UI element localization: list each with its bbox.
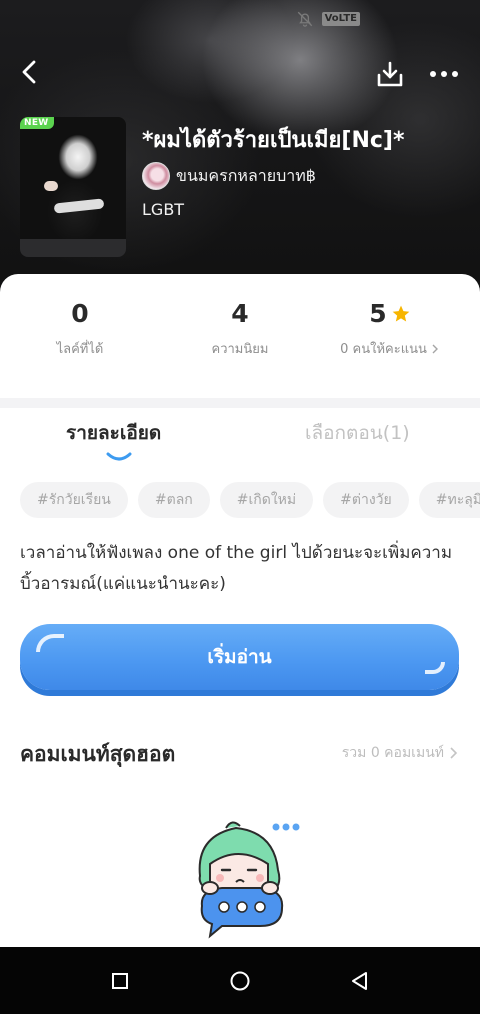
status-icons: VoLTE xyxy=(296,10,360,28)
more-dots-icon xyxy=(430,71,458,77)
download-icon xyxy=(377,61,403,87)
stat-likes: 0 ไลค์ที่ได้ xyxy=(0,296,160,359)
comments-total-label: รวม 0 คอมเมนท์ xyxy=(341,745,444,761)
author-name: ขนมครกหลายบาท฿ xyxy=(176,165,316,185)
button-gloss xyxy=(36,634,64,652)
new-badge: NEW xyxy=(20,117,54,129)
book-header: VoLTE NEW *ผมได้ตัวร้ายเป็นเมีย[Nc]* ขนม… xyxy=(0,0,480,300)
cover-art-detail xyxy=(53,198,105,214)
chevron-right-icon xyxy=(450,747,458,759)
book-title: *ผมได้ตัวร้ายเป็นเมีย[Nc]* xyxy=(142,128,405,153)
rating-value-row: 5 xyxy=(310,296,470,332)
comments-heading: คอมเมนท์สุดฮอต xyxy=(20,742,176,766)
cover-art-detail xyxy=(44,181,58,191)
mute-bell-icon xyxy=(297,11,312,27)
author-link[interactable]: ขนมครกหลายบาท฿ xyxy=(142,162,316,190)
empty-comments-mascot-icon xyxy=(198,821,300,939)
tab-chapters[interactable]: เลือกตอน(1) xyxy=(305,418,410,448)
tag-chip[interactable]: #เกิดใหม่ xyxy=(219,482,314,518)
book-cover[interactable]: NEW xyxy=(20,117,126,257)
download-button[interactable] xyxy=(374,58,406,90)
tag-chip[interactable]: #รักวัยเรียน xyxy=(20,482,128,518)
volte-indicator: VoLTE xyxy=(321,12,360,26)
start-reading-button[interactable]: เริ่มอ่าน xyxy=(20,624,459,690)
tab-indicator xyxy=(106,452,132,461)
stat-popularity: 4 ความนิยม xyxy=(160,296,320,359)
detail-sheet: 0 ไลค์ที่ได้ 4 ความนิยม 5 0 คนให้คะแนน ร xyxy=(0,274,480,974)
book-description: เวลาอ่านให้ฟังเพลง one of the girl ไปด้ว… xyxy=(20,543,453,594)
cover-art-detail xyxy=(20,239,126,257)
stat-likes-label: ไลค์ที่ได้ xyxy=(56,342,104,357)
tag-chip[interactable]: #ต่างวัย xyxy=(323,482,409,518)
start-reading-label: เริ่มอ่าน xyxy=(207,646,272,668)
section-divider xyxy=(0,398,480,408)
back-arrow-icon xyxy=(22,60,36,84)
star-icon xyxy=(392,305,410,322)
genre-label[interactable]: LGBT xyxy=(142,200,184,219)
stat-popularity-value: 4 xyxy=(231,299,249,328)
triangle-back-icon xyxy=(352,972,367,990)
back-button[interactable] xyxy=(16,58,44,86)
stat-rating[interactable]: 5 0 คนให้คะแนน xyxy=(310,296,470,359)
tab-bar: รายละเอียด เลือกตอน(1) xyxy=(0,418,480,458)
stat-popularity-label: ความนิยม xyxy=(211,342,269,357)
tag-list: #รักวัยเรียน #ตลก #เกิดใหม่ #ต่างวัย #ทะลุมิ… xyxy=(20,482,480,522)
tag-chip[interactable]: #ตลก xyxy=(137,482,210,518)
stat-rating-value: 5 xyxy=(369,299,387,328)
tab-details[interactable]: รายละเอียด xyxy=(66,418,161,448)
square-icon xyxy=(112,973,128,989)
stats-row: 0 ไลค์ที่ได้ 4 ความนิยม 5 0 คนให้คะแนน xyxy=(0,296,480,386)
system-back-button[interactable] xyxy=(346,967,374,995)
comments-total-link[interactable]: รวม 0 คอมเมนท์ xyxy=(342,742,458,764)
home-button[interactable] xyxy=(226,967,254,995)
rating-label-row: 0 คนให้คะแนน xyxy=(310,338,470,359)
stat-likes-value: 0 xyxy=(71,299,89,328)
recent-apps-button[interactable] xyxy=(106,967,134,995)
author-avatar xyxy=(142,162,170,190)
more-options-button[interactable] xyxy=(426,60,462,88)
system-navigation-bar xyxy=(0,947,480,1014)
chevron-right-icon xyxy=(432,344,438,353)
stat-rating-label: 0 คนให้คะแนน xyxy=(340,342,427,357)
button-gloss xyxy=(425,662,445,674)
circle-icon xyxy=(230,971,250,991)
tag-chip[interactable]: #ทะลุมิติ xyxy=(418,482,480,518)
